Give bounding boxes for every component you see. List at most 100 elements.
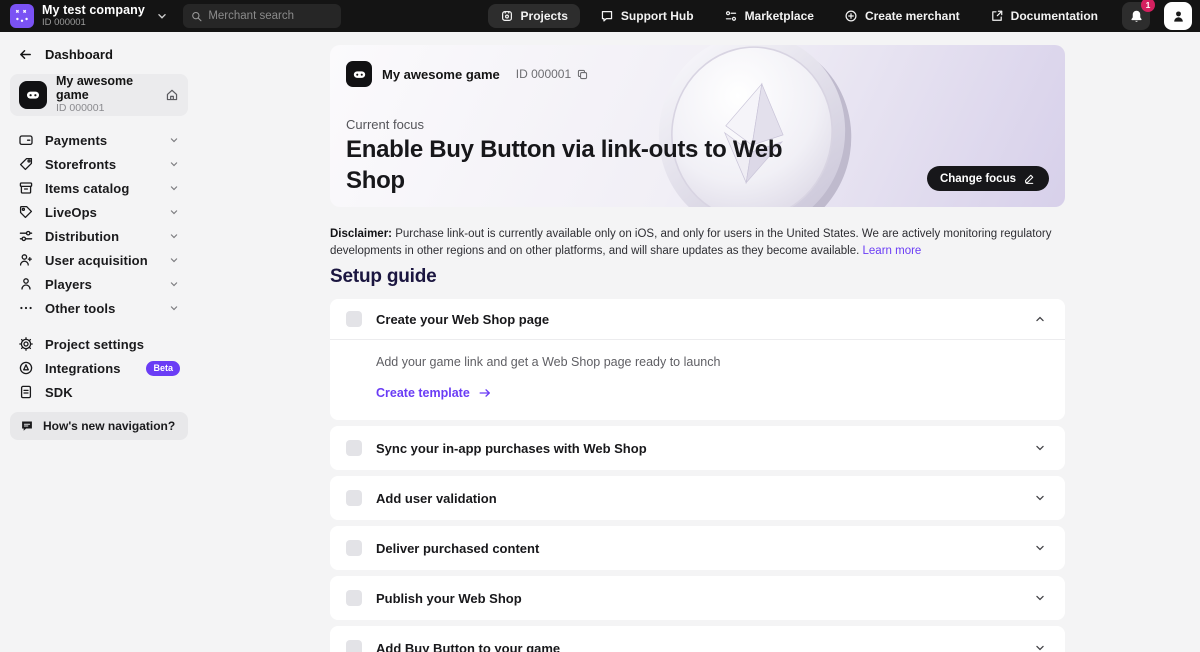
person-icon	[18, 276, 34, 292]
back-to-dashboard[interactable]: Dashboard	[10, 45, 188, 63]
step-checkbox	[346, 540, 362, 556]
marketplace-button[interactable]: Marketplace	[714, 4, 824, 28]
sidebar-menu: Payments Storefronts Items catalog LiveO…	[10, 128, 188, 320]
chevron-down-icon[interactable]	[1033, 491, 1047, 505]
projects-label: Projects	[521, 9, 568, 23]
integrations-icon	[18, 360, 34, 376]
chevron-down-icon	[168, 206, 180, 218]
user-plus-icon	[18, 252, 34, 268]
projects-icon	[500, 9, 514, 23]
create-merchant-button[interactable]: Create merchant	[834, 4, 970, 28]
copy-icon[interactable]	[576, 68, 589, 81]
setup-guide-heading: Setup guide	[330, 266, 1065, 288]
notifications-button[interactable]: 1	[1122, 2, 1150, 30]
external-link-icon	[990, 9, 1004, 23]
notification-count-badge: 1	[1141, 0, 1155, 12]
sidebar-item-project-settings[interactable]: Project settings	[10, 332, 188, 356]
documentation-label: Documentation	[1011, 9, 1098, 23]
profile-button[interactable]	[1164, 2, 1192, 30]
chevron-down-icon[interactable]	[1033, 591, 1047, 605]
accordion-body: Add your game link and get a Web Shop pa…	[330, 340, 1065, 420]
home-icon[interactable]	[165, 88, 179, 102]
chevron-down-icon[interactable]	[1033, 641, 1047, 652]
sidebar-item-other-tools[interactable]: Other tools	[10, 296, 188, 320]
step-checkbox	[346, 440, 362, 456]
edit-pencil-icon	[1023, 172, 1036, 185]
gamepad-icon	[25, 87, 41, 103]
step-description: Add your game link and get a Web Shop pa…	[376, 355, 1049, 369]
gamepad-icon	[352, 67, 367, 82]
project-id: ID 000001	[56, 103, 156, 115]
tag-icon	[18, 204, 34, 220]
setup-step-create-web-shop-page: Create your Web Shop page Add your game …	[330, 299, 1065, 420]
current-focus-label: Current focus	[346, 117, 424, 132]
chevron-down-icon	[168, 182, 180, 194]
chevron-down-icon	[168, 230, 180, 242]
chevron-down-icon[interactable]	[1033, 441, 1047, 455]
company-logo[interactable]	[10, 4, 34, 28]
chevron-down-icon[interactable]	[1033, 541, 1047, 555]
step-label: Create your Web Shop page	[376, 312, 549, 327]
accordion-header[interactable]: Create your Web Shop page	[330, 299, 1065, 339]
accordion-header[interactable]: Publish your Web Shop	[330, 576, 1065, 620]
change-focus-button[interactable]: Change focus	[927, 166, 1049, 191]
feedback-chat-icon	[20, 419, 34, 433]
sidebar-item-players[interactable]: Players	[10, 272, 188, 296]
sidebar-item-payments[interactable]: Payments	[10, 128, 188, 152]
company-chevron-down-icon[interactable]	[155, 9, 169, 23]
sidebar-item-storefronts[interactable]: Storefronts	[10, 152, 188, 176]
whats-new-navigation-button[interactable]: How's new navigation?	[10, 412, 188, 440]
accordion-header[interactable]: Deliver purchased content	[330, 526, 1065, 570]
sidebar-item-items-catalog[interactable]: Items catalog	[10, 176, 188, 200]
sidebar-item-sdk[interactable]: SDK	[10, 380, 188, 404]
learn-more-link[interactable]: Learn more	[863, 245, 922, 257]
current-focus-card: My awesome game ID 000001 Current focus …	[330, 45, 1065, 207]
create-merchant-label: Create merchant	[865, 9, 960, 23]
create-template-label: Create template	[376, 386, 470, 400]
sidebar-item-integrations[interactable]: Integrations Beta	[10, 356, 188, 380]
chevron-down-icon	[168, 158, 180, 170]
storefront-tag-icon	[18, 156, 34, 172]
marketplace-icon	[724, 9, 738, 23]
step-label: Add user validation	[376, 491, 497, 506]
game-icon-tile	[346, 61, 372, 87]
liveops-label: LiveOps	[45, 205, 97, 220]
setup-guide-list: Create your Web Shop page Add your game …	[330, 299, 1065, 652]
project-name: My awesome game	[56, 75, 156, 103]
accordion-header[interactable]: Add Buy Button to your game	[330, 626, 1065, 652]
search-icon	[191, 10, 202, 23]
search-input[interactable]	[208, 10, 333, 22]
topbar: My test company ID 000001 Projects Suppo…	[0, 0, 1200, 32]
step-checkbox	[346, 311, 362, 327]
sidebar-item-user-acquisition[interactable]: User acquisition	[10, 248, 188, 272]
document-icon	[18, 384, 34, 400]
other-tools-label: Other tools	[45, 301, 115, 316]
sidebar-secondary-menu: Project settings Integrations Beta SDK	[10, 332, 188, 404]
ellipsis-icon	[18, 300, 34, 316]
main-content: My awesome game ID 000001 Current focus …	[330, 32, 1065, 652]
chat-icon	[600, 9, 614, 23]
projects-button[interactable]: Projects	[488, 4, 580, 28]
accordion-header[interactable]: Add user validation	[330, 476, 1065, 520]
company-switcher[interactable]: My test company ID 000001	[42, 4, 145, 28]
project-card[interactable]: My awesome game ID 000001	[10, 74, 188, 116]
documentation-button[interactable]: Documentation	[980, 4, 1108, 28]
sliders-icon	[18, 228, 34, 244]
gear-icon	[18, 336, 34, 352]
arrow-left-icon	[18, 47, 33, 62]
sidebar: Dashboard My awesome game ID 000001 Paym…	[0, 32, 198, 652]
chevron-down-icon	[168, 302, 180, 314]
accordion-header[interactable]: Sync your in-app purchases with Web Shop	[330, 426, 1065, 470]
sidebar-item-liveops[interactable]: LiveOps	[10, 200, 188, 224]
create-template-link[interactable]: Create template	[376, 386, 1049, 400]
support-hub-button[interactable]: Support Hub	[590, 4, 704, 28]
hero-game-name: My awesome game	[382, 67, 500, 82]
sidebar-item-distribution[interactable]: Distribution	[10, 224, 188, 248]
payments-label: Payments	[45, 133, 107, 148]
plus-circle-icon	[844, 9, 858, 23]
chevron-up-icon[interactable]	[1033, 312, 1047, 326]
company-name: My test company	[42, 4, 145, 17]
topbar-nav: Projects Support Hub Marketplace Create …	[488, 2, 1192, 30]
step-label: Sync your in-app purchases with Web Shop	[376, 441, 647, 456]
change-focus-label: Change focus	[940, 173, 1016, 185]
